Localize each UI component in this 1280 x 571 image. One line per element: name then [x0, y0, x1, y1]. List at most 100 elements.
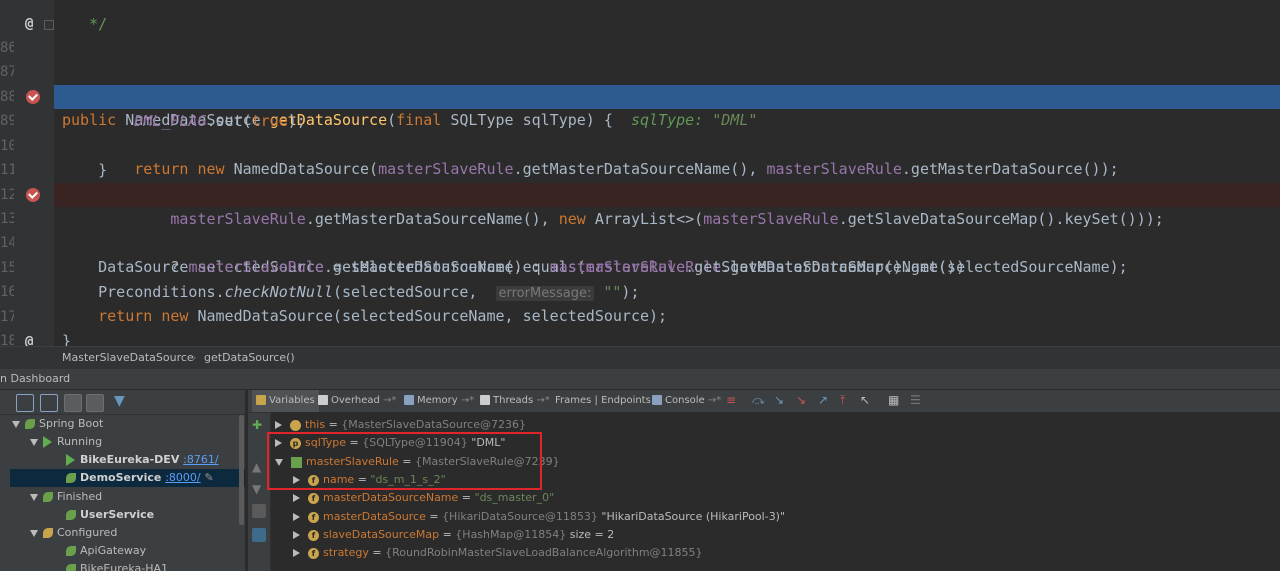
code-line[interactable]: */ [0, 0, 1280, 33]
field-icon: f [308, 547, 319, 559]
new-watch-icon[interactable]: ✚ [252, 418, 266, 432]
expand-arrow-icon[interactable] [293, 513, 300, 521]
tree-item-user-service[interactable]: UserService [66, 506, 154, 524]
expand-all-icon[interactable] [16, 394, 34, 412]
code-line[interactable]: 87 if (isMasterRoute(sqlType)) { sqlType… [0, 36, 1280, 105]
tree-item-demo-service[interactable]: DemoService :8000/ ✎ [10, 469, 245, 487]
expand-arrow-icon[interactable] [30, 493, 38, 501]
override-marker-icon[interactable]: @ [25, 330, 33, 346]
code-line[interactable]: 16 return new NamedDataSource(selectedSo… [0, 256, 1280, 325]
code-line[interactable]: 86 @ public NamedDataSource getDataSourc… [0, 12, 1280, 129]
run-icon [43, 436, 52, 448]
code-line[interactable]: 88 DML_FLAG.set(true); [0, 61, 1280, 130]
tab-threads[interactable]: Threads →* [480, 390, 550, 412]
code-line[interactable]: 19 @ private boolean isMasterRoute(final… [0, 330, 1280, 346]
override-marker-icon[interactable]: @ [25, 12, 33, 36]
tree-item-api-gateway[interactable]: ApiGateway [66, 542, 146, 560]
move-down-icon[interactable]: ▼ [252, 482, 266, 496]
tab-variables[interactable]: Variables [252, 390, 319, 412]
evaluate-icon[interactable]: ▦ [888, 393, 899, 407]
variable-value: "ds_master_0" [474, 491, 555, 504]
expand-arrow-icon[interactable] [293, 494, 300, 502]
variable-row[interactable]: f slaveDataSourceMap = {HashMap@11854} si… [293, 526, 614, 544]
spring-leaf-icon [66, 564, 76, 571]
tab-console[interactable]: Console →* [652, 390, 721, 412]
field-icon: f [308, 511, 319, 523]
fold-icon[interactable] [44, 20, 54, 30]
field-icon [290, 419, 301, 431]
step-out-icon[interactable]: ↗ [818, 393, 828, 407]
variable-row[interactable]: f masterDataSource = {HikariDataSource@11… [293, 508, 785, 526]
tab-label: Overhead [331, 395, 380, 406]
breadcrumb: MasterSlaveDataSource › getDataSource() [0, 346, 1280, 369]
field-icon: f [308, 529, 319, 541]
code-line[interactable]: 11 String selectedSourceName = masterSla… [0, 134, 1280, 203]
configured-icon [43, 528, 53, 538]
step-into-icon[interactable]: ↘ [774, 393, 784, 407]
edit-icon[interactable]: ✎ [204, 471, 213, 484]
tab-label: Threads [493, 395, 534, 406]
copy-icon[interactable] [252, 504, 266, 518]
expand-arrow-icon[interactable] [12, 420, 20, 428]
run-dashboard-header: n Dashboard [0, 369, 1280, 390]
watches-toggle-icon[interactable] [252, 528, 266, 542]
run-icon [66, 454, 75, 466]
code-editor[interactable]: */ 86 @ public NamedDataSource getDataSo… [0, 0, 1280, 346]
code-line[interactable]: 10 } [0, 110, 1280, 179]
code-line[interactable]: 18 [0, 305, 1280, 346]
breakpoint-icon[interactable] [26, 188, 40, 202]
code-line[interactable]: 12 masterSlaveRule.getMasterDataSourceNa… [0, 159, 1280, 228]
code-line[interactable]: 89 return new NamedDataSource(masterSlav… [0, 85, 1280, 178]
tab-overhead[interactable]: Overhead →* [318, 390, 396, 412]
variable-name: masterDataSourceName [323, 491, 459, 504]
threads-icon [480, 395, 490, 405]
step-over-icon[interactable]: ⤼ [752, 393, 765, 408]
variable-row[interactable]: f masterDataSourceName = "ds_master_0" [293, 489, 554, 507]
annotation-highlight-box [267, 432, 542, 490]
expand-arrow-icon[interactable] [30, 438, 38, 446]
variable-value: {HikariDataSource@11853} [442, 510, 598, 523]
port-link[interactable]: :8000/ [165, 471, 200, 484]
layout-icon[interactable] [86, 394, 104, 412]
variable-row[interactable]: f strategy = {RoundRobinMasterSlaveLoadBa… [293, 544, 703, 562]
tree-label: Finished [57, 490, 103, 503]
code-line[interactable]: 14 ? masterSlaveRule.getMasterDataSource… [0, 207, 1280, 276]
tree-item-bike-eureka-dev[interactable]: BikeEureka-DEV :8761/ [66, 451, 219, 469]
breadcrumb-method[interactable]: getDataSource() [204, 347, 295, 369]
group-icon[interactable] [64, 394, 82, 412]
code-line[interactable]: 13 DataSource selectedSource = selectedS… [0, 183, 1280, 276]
collapse-all-icon[interactable] [40, 394, 58, 412]
tree-label: Spring Boot [39, 417, 104, 430]
tree-item-running[interactable]: Running [30, 433, 102, 451]
tree-item-spring-boot[interactable]: Spring Boot [12, 415, 103, 433]
expand-arrow-icon[interactable] [275, 421, 282, 429]
drop-frame-icon[interactable]: ⤒ [840, 393, 845, 408]
expand-arrow-icon[interactable] [30, 529, 38, 537]
filter-icon[interactable]: ▼ [114, 393, 125, 409]
tab-label: Frames | Endpoints [555, 395, 651, 406]
expand-arrow-icon[interactable] [293, 549, 300, 557]
tab-label: Memory [417, 395, 458, 406]
tab-memory[interactable]: Memory →* [404, 390, 474, 412]
tree-item-finished[interactable]: Finished [30, 488, 102, 506]
breakpoint-icon[interactable] [26, 90, 40, 104]
breadcrumb-class[interactable]: MasterSlaveDataSource [62, 347, 194, 369]
tree-item-configured[interactable]: Configured [30, 524, 117, 542]
code-line[interactable]: 17 } [0, 281, 1280, 346]
code-line[interactable]: 15 Preconditions.checkNotNull(selectedSo… [0, 232, 1280, 301]
port-link[interactable]: :8761/ [183, 453, 218, 466]
tab-frames-endpoints[interactable]: Frames | Endpoints [555, 390, 651, 412]
scrollbar[interactable] [239, 415, 244, 525]
run-to-cursor-icon[interactable]: ↖ [860, 393, 870, 407]
spring-leaf-icon [66, 510, 76, 520]
show-execution-point-icon[interactable]: ≡ [726, 393, 736, 407]
force-step-into-icon[interactable]: ↘ [796, 393, 806, 407]
tab-label: Variables [269, 395, 315, 406]
variable-value: {RoundRobinMasterSlaveLoadBalanceAlgorit… [385, 546, 703, 559]
tree-item-bike-eureka-ha1[interactable]: BikeEureka-HA1 [66, 560, 168, 571]
expand-arrow-icon[interactable] [293, 531, 300, 539]
move-up-icon[interactable]: ▲ [252, 460, 266, 474]
tree-label: Running [57, 435, 103, 448]
trace-icon[interactable]: ☰ [910, 393, 921, 407]
variable-size: size = 2 [569, 528, 615, 541]
